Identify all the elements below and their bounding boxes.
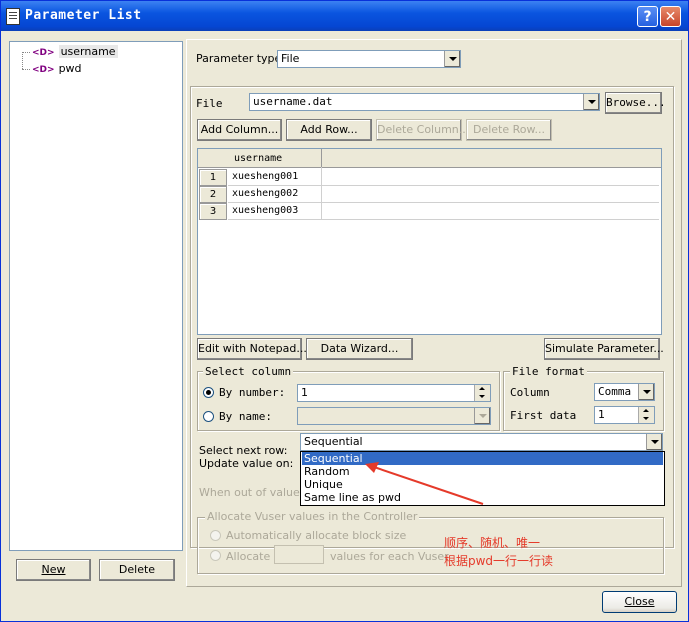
file-format-title: File format bbox=[510, 365, 587, 378]
parameter-list-window: Parameter List ? ✕ <D> username <D> pwd Ne… bbox=[0, 0, 689, 622]
chevron-down-icon[interactable] bbox=[583, 94, 599, 110]
browse-button[interactable]: Browse... bbox=[605, 92, 666, 114]
allocate-title: Allocate Vuser values in the Controller bbox=[205, 510, 420, 523]
help-button[interactable]: ? bbox=[637, 6, 658, 27]
file-label: File bbox=[196, 97, 223, 110]
chevron-down-icon[interactable] bbox=[646, 434, 662, 450]
each-vuser-label: values for each Vuser bbox=[330, 550, 449, 563]
spin-down-icon[interactable] bbox=[474, 393, 490, 401]
parameter-type-label: Parameter type: bbox=[196, 52, 286, 65]
table-header: username bbox=[198, 149, 661, 168]
column-divider bbox=[321, 149, 322, 167]
simulate-parameter-button[interactable]: Simulate Parameter... bbox=[544, 338, 664, 360]
tree-connector bbox=[22, 52, 30, 53]
row-divider bbox=[228, 219, 659, 220]
add-column-button[interactable]: Add Column... bbox=[197, 119, 282, 141]
data-table[interactable]: username 1 xuesheng001 2 xuesheng002 3 x… bbox=[197, 148, 662, 335]
column-number-input[interactable]: 1 bbox=[297, 384, 491, 402]
table-cell[interactable]: xuesheng002 bbox=[232, 186, 298, 202]
close-window-button[interactable]: ✕ bbox=[660, 6, 681, 27]
table-cell[interactable]: xuesheng001 bbox=[232, 169, 298, 185]
spin-down-icon[interactable] bbox=[638, 415, 654, 423]
delete-row-button[interactable]: Delete Row... bbox=[466, 119, 552, 141]
column-delimiter-value: Comma bbox=[598, 385, 632, 398]
document-icon bbox=[6, 8, 20, 25]
by-number-radio[interactable] bbox=[203, 387, 214, 398]
column-divider bbox=[321, 167, 322, 219]
file-path-value: username.dat bbox=[253, 95, 333, 108]
data-wizard-button[interactable]: Data Wizard... bbox=[306, 338, 413, 360]
row-number[interactable]: 2 bbox=[199, 186, 227, 203]
tree-item-pwd[interactable]: <D> pwd bbox=[32, 62, 82, 76]
edit-with-notepad-button[interactable]: Edit with Notepad... bbox=[197, 338, 307, 360]
first-data-label: First data bbox=[510, 409, 577, 422]
parameter-icon: <D> bbox=[32, 65, 55, 75]
allocate-radio[interactable] bbox=[210, 550, 221, 561]
auto-allocate-radio[interactable] bbox=[210, 530, 221, 541]
allocate-groupbox bbox=[197, 517, 664, 574]
chevron-down-icon[interactable] bbox=[474, 408, 490, 424]
update-value-on-label: Update value on: bbox=[199, 457, 294, 470]
tree-item-username[interactable]: <D> username bbox=[32, 45, 118, 59]
by-name-radio[interactable] bbox=[203, 411, 214, 422]
when-out-of-values-label: When out of values: bbox=[199, 486, 310, 499]
row-number[interactable]: 1 bbox=[199, 169, 227, 186]
new-button[interactable]: New bbox=[16, 559, 91, 581]
first-data-input[interactable]: 1 bbox=[594, 406, 655, 424]
column-delimiter-select[interactable]: Comma bbox=[594, 383, 655, 401]
tree-connector bbox=[22, 69, 30, 70]
title-bar[interactable]: Parameter List ? ✕ bbox=[1, 1, 688, 31]
parameter-tree[interactable]: <D> username <D> pwd bbox=[9, 41, 183, 551]
column-delimiter-label: Column bbox=[510, 386, 550, 399]
by-number-label: By number: bbox=[219, 386, 286, 399]
select-next-row-select[interactable]: Sequential bbox=[300, 433, 663, 451]
select-column-title: Select column bbox=[203, 365, 294, 378]
annotation-line2: 根据pwd一行一行读 bbox=[444, 554, 554, 568]
tree-connector bbox=[22, 52, 23, 69]
allocate-label: Allocate bbox=[226, 550, 271, 563]
parameter-icon: <D> bbox=[32, 48, 55, 58]
window-title: Parameter List bbox=[25, 8, 142, 23]
allocate-count-input[interactable] bbox=[274, 545, 324, 564]
chevron-down-icon[interactable] bbox=[638, 384, 654, 400]
first-data-value: 1 bbox=[598, 408, 605, 421]
column-name-select[interactable] bbox=[297, 407, 491, 425]
column-header-username[interactable]: username bbox=[234, 151, 282, 167]
close-button[interactable]: Close bbox=[602, 591, 677, 613]
column-number-value: 1 bbox=[301, 386, 308, 399]
annotation-line1: 顺序、随机、唯一 bbox=[444, 536, 541, 550]
spin-up-icon[interactable] bbox=[474, 385, 490, 393]
parameter-type-value: File bbox=[281, 52, 300, 65]
select-next-row-label: Select next row: bbox=[199, 444, 288, 457]
add-row-button[interactable]: Add Row... bbox=[286, 119, 372, 141]
file-path-select[interactable]: username.dat bbox=[249, 93, 600, 111]
row-number[interactable]: 3 bbox=[199, 203, 227, 220]
spin-up-icon[interactable] bbox=[638, 407, 654, 415]
parameter-type-select[interactable]: File bbox=[277, 50, 461, 68]
annotation-arrow bbox=[365, 462, 484, 505]
auto-allocate-label: Automatically allocate block size bbox=[226, 529, 407, 542]
delete-button[interactable]: Delete bbox=[99, 559, 175, 581]
delete-column-button[interactable]: Delete Column... bbox=[376, 119, 469, 141]
select-next-row-value: Sequential bbox=[304, 435, 363, 448]
table-cell[interactable]: xuesheng003 bbox=[232, 203, 298, 219]
chevron-down-icon[interactable] bbox=[444, 51, 460, 67]
by-name-label: By name: bbox=[219, 410, 272, 423]
